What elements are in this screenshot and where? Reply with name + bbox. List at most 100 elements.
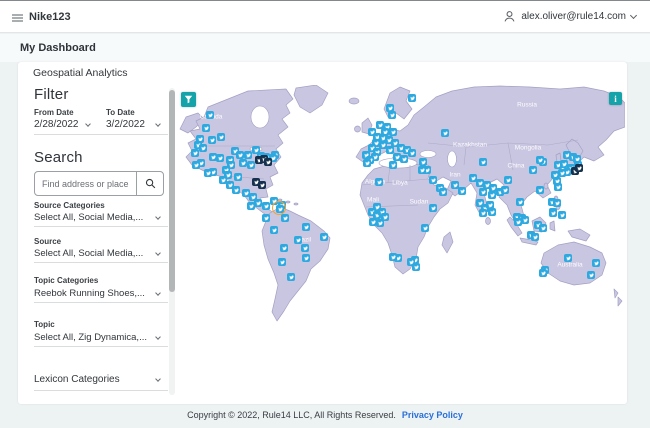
map-marker[interactable] [389, 253, 397, 261]
user-menu[interactable]: alex.oliver@rule14.com [503, 10, 638, 23]
map-marker[interactable] [408, 94, 416, 102]
map-marker[interactable] [501, 186, 509, 194]
map-marker[interactable] [514, 218, 522, 226]
map-marker[interactable] [236, 151, 244, 159]
map-marker[interactable] [429, 176, 437, 184]
map-marker[interactable] [381, 213, 389, 221]
map-marker[interactable] [553, 199, 561, 207]
search-input[interactable] [42, 172, 132, 195]
map-filter-button[interactable] [181, 92, 196, 107]
map-marker[interactable] [592, 259, 600, 267]
map-marker[interactable] [458, 187, 466, 195]
map-marker[interactable] [287, 273, 295, 281]
map-marker[interactable] [239, 159, 247, 167]
divider [34, 346, 168, 347]
privacy-policy-link[interactable]: Privacy Policy [402, 410, 463, 420]
scrollbar-thumb[interactable] [169, 90, 175, 292]
map-marker[interactable] [587, 271, 595, 279]
map-marker[interactable] [204, 169, 212, 177]
hamburger-menu-icon[interactable] [12, 14, 23, 22]
topic-categories-select[interactable]: Reebok Running Shoes,... [34, 288, 145, 299]
map-marker[interactable] [192, 161, 200, 169]
map-marker[interactable] [516, 198, 524, 206]
map-marker[interactable] [529, 166, 537, 174]
map-marker[interactable] [247, 161, 255, 169]
map-marker[interactable] [536, 156, 544, 164]
to-date-select[interactable]: 3/2/2022 [106, 119, 145, 130]
map-marker[interactable] [208, 136, 216, 144]
map-marker[interactable] [206, 111, 214, 119]
source-label: Source [34, 237, 62, 246]
map-marker[interactable] [232, 186, 240, 194]
map-marker[interactable] [270, 226, 278, 234]
map-marker[interactable] [216, 154, 224, 162]
map-marker[interactable] [439, 188, 447, 196]
map-marker[interactable] [375, 178, 383, 186]
map-marker[interactable] [418, 166, 426, 174]
map-marker-highlighted[interactable] [272, 201, 286, 215]
map-marker[interactable] [504, 176, 512, 184]
map-marker[interactable] [254, 199, 262, 207]
filter-panel: Filter From Date To Date 2/28/2022 3/2/2… [28, 86, 170, 394]
source-categories-select[interactable]: Select All, Social Media,... [34, 212, 143, 223]
map-marker[interactable] [421, 224, 429, 232]
map-marker[interactable] [278, 258, 286, 266]
map-marker[interactable] [479, 188, 487, 196]
map-marker[interactable] [302, 254, 310, 262]
map-marker[interactable] [199, 144, 207, 152]
map-marker[interactable] [389, 161, 397, 169]
map-marker[interactable] [539, 224, 547, 232]
map-marker[interactable] [558, 169, 566, 177]
from-date-label: From Date [34, 108, 74, 117]
lexicon-categories-select[interactable]: Lexicon Categories [34, 374, 120, 385]
map-marker[interactable] [408, 149, 416, 157]
chevron-down-icon [155, 250, 161, 256]
map-marker[interactable] [363, 159, 371, 167]
map-marker[interactable] [539, 269, 547, 277]
map-marker[interactable] [388, 111, 396, 119]
source-select[interactable]: Select All, Social Media,... [34, 248, 143, 259]
map-marker[interactable] [258, 181, 266, 189]
map-marker[interactable] [191, 149, 199, 157]
map-marker[interactable] [575, 164, 583, 172]
map-marker[interactable] [264, 158, 272, 166]
map-marker[interactable] [281, 214, 289, 222]
map-marker[interactable] [320, 233, 328, 241]
map-marker[interactable] [554, 183, 562, 191]
map-marker[interactable] [407, 258, 415, 266]
map-marker[interactable] [479, 209, 487, 217]
map-marker[interactable] [488, 191, 496, 199]
topic-select[interactable]: Select All, Zig Dynamica,... [34, 332, 147, 343]
map-marker[interactable] [294, 236, 302, 244]
map-marker[interactable] [280, 244, 288, 252]
map-marker[interactable] [217, 133, 225, 141]
map-marker[interactable] [441, 129, 449, 137]
map-marker[interactable] [247, 202, 255, 210]
map-marker[interactable] [488, 208, 496, 216]
map-marker[interactable] [558, 211, 566, 219]
map-marker[interactable] [419, 158, 427, 166]
map-marker[interactable] [531, 233, 539, 241]
world-map[interactable]: CanadaRussiaKazakhstanMongoliaChinaIranL… [178, 85, 625, 400]
map-marker[interactable] [564, 254, 572, 262]
map-info-button[interactable]: i [609, 92, 622, 105]
map-marker[interactable] [429, 204, 437, 212]
map-marker[interactable] [389, 128, 397, 136]
map-marker[interactable] [302, 223, 310, 231]
map-marker[interactable] [244, 151, 252, 159]
map-marker[interactable] [549, 209, 557, 217]
panel-scrollbar[interactable] [169, 88, 175, 395]
search-button[interactable] [136, 172, 163, 195]
map-marker[interactable] [536, 186, 544, 194]
map-marker[interactable] [301, 244, 309, 252]
map-marker[interactable] [400, 155, 408, 163]
from-date-select[interactable]: 2/28/2022 [34, 119, 79, 130]
map-marker[interactable] [202, 124, 210, 132]
map-marker[interactable] [234, 173, 242, 181]
map-marker[interactable] [262, 202, 270, 210]
divider [34, 134, 168, 135]
breadcrumb: My Dashboard [20, 42, 96, 54]
map-marker[interactable] [521, 216, 529, 224]
map-marker[interactable] [479, 158, 487, 166]
map-marker[interactable] [262, 214, 270, 222]
